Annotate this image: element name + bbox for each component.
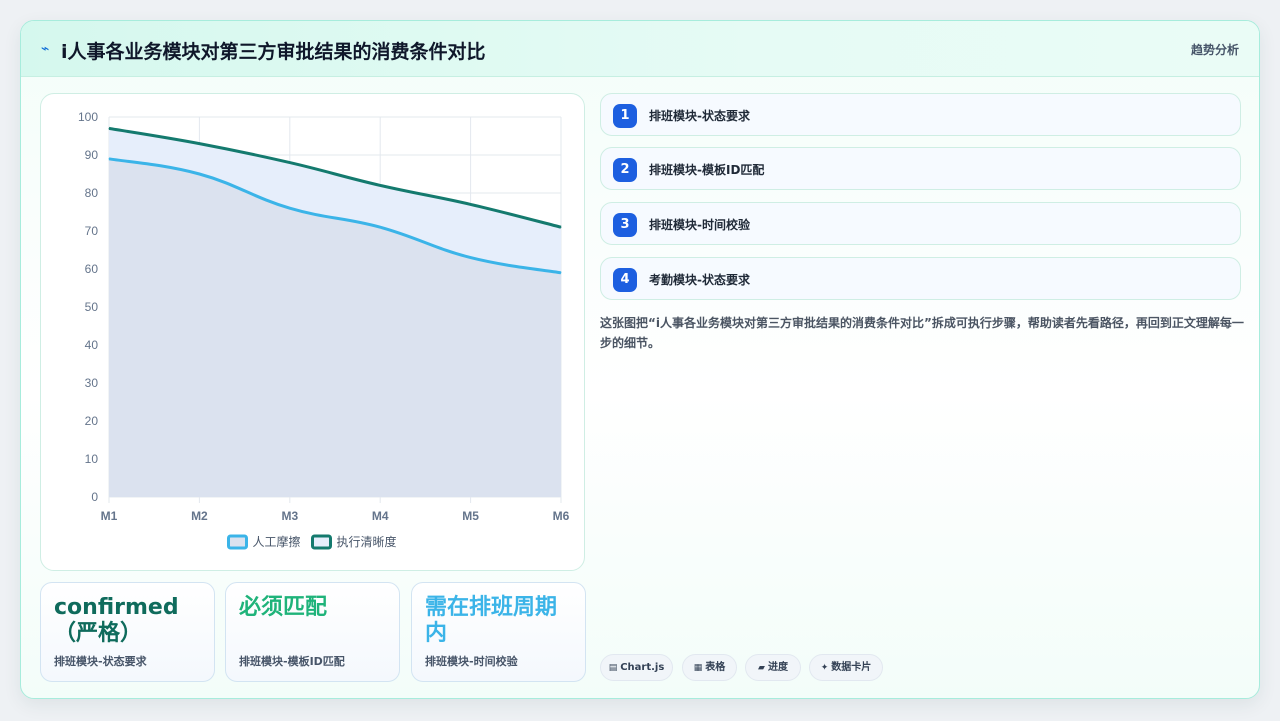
page-title: i人事各业务模块对第三方审批结果的消费条件对比 [61, 41, 486, 63]
tag-chartjs[interactable]: ▤ Chart.js [600, 654, 673, 681]
tag-data-card[interactable]: ✦ 数据卡片 [809, 654, 883, 681]
step-item-3[interactable]: 3 排班模块-时间校验 [600, 202, 1241, 245]
step-number: 4 [613, 268, 637, 292]
step-number: 1 [613, 104, 637, 128]
data-point [198, 143, 200, 145]
data-point [379, 226, 381, 228]
legend-swatch [311, 534, 332, 550]
legend-swatch [227, 534, 248, 550]
x-tick-label: M3 [281, 509, 298, 523]
area-chart: 0 10 20 30 40 50 60 70 80 90 100 M1 M2 M3 M4 M5 M6 人工摩擦 执行… [78, 110, 570, 550]
y-tick-label: 30 [85, 376, 99, 390]
x-tick-label: M4 [372, 509, 389, 523]
stat-label: 排班模块-时间校验 [425, 655, 518, 668]
data-point [289, 207, 291, 209]
x-tick-label: M2 [191, 509, 208, 523]
data-point [379, 184, 381, 186]
y-tick-label: 90 [85, 148, 99, 162]
step-item-2[interactable]: 2 排班模块-模板ID匹配 [600, 147, 1241, 190]
data-point [470, 203, 472, 205]
chart-panel: 0 10 20 30 40 50 60 70 80 90 100 M1 M2 M3 M4 M5 M6 人工摩擦 执行… [40, 93, 585, 571]
step-item-4[interactable]: 4 考勤模块-状态要求 [600, 257, 1241, 300]
x-tick-label: M1 [101, 509, 118, 523]
table-icon: ▦ [693, 663, 703, 673]
y-tick-label: 60 [85, 262, 99, 276]
stat-value: confirmed（严格） [54, 595, 179, 646]
stat-card-2: 必须匹配 排班模块-模板ID匹配 [225, 582, 400, 682]
header: ⌁ i人事各业务模块对第三方审批结果的消费条件对比 趋势分析 [21, 21, 1259, 77]
y-tick-label: 50 [85, 300, 99, 314]
y-tick-label: 20 [85, 414, 99, 428]
legend-label: 人工摩擦 [253, 534, 301, 549]
bolt-icon: ⌁ [41, 41, 50, 57]
main-card: ⌁ i人事各业务模块对第三方审批结果的消费条件对比 趋势分析 0 10 20 30 40… [20, 20, 1260, 699]
legend-label: 执行清晰度 [337, 534, 397, 549]
y-tick-label: 70 [85, 224, 99, 238]
x-tick-label: M6 [553, 509, 570, 523]
trend-analysis-label[interactable]: 趋势分析 [1191, 41, 1239, 58]
tag-table[interactable]: ▦ 表格 [682, 654, 737, 681]
description-text: 这张图把“i人事各业务模块对第三方审批结果的消费条件对比”拆成可执行步骤，帮助读… [600, 316, 1244, 350]
card-icon: ✦ [820, 663, 829, 673]
step-label: 排班模块-状态要求 [649, 109, 750, 123]
step-number: 2 [613, 158, 637, 182]
step-number: 3 [613, 213, 637, 237]
stat-label: 排班模块-模板ID匹配 [239, 655, 345, 668]
y-tick-label: 10 [85, 452, 99, 466]
y-tick-label: 80 [85, 186, 99, 200]
step-label: 考勤模块-状态要求 [649, 273, 750, 287]
data-point [108, 158, 110, 160]
data-point [289, 162, 291, 164]
stat-label: 排班模块-状态要求 [54, 655, 147, 668]
data-point [560, 226, 562, 228]
step-item-1[interactable]: 1 排班模块-状态要求 [600, 93, 1241, 136]
stat-value: 需在排班周期内 [425, 595, 558, 646]
y-tick-label: 100 [78, 110, 98, 124]
progress-icon: ▰ [758, 663, 765, 673]
step-label: 排班模块-时间校验 [649, 218, 750, 232]
data-point [108, 127, 110, 129]
data-point [470, 257, 472, 259]
data-point [198, 173, 200, 175]
y-tick-label: 40 [85, 338, 99, 352]
step-label: 排班模块-模板ID匹配 [649, 163, 765, 177]
stat-card-1: confirmed（严格） 排班模块-状态要求 [40, 582, 215, 682]
chart-icon: ▤ [608, 663, 618, 673]
stat-card-3: 需在排班周期内 排班模块-时间校验 [411, 582, 586, 682]
tag-progress[interactable]: ▰ 进度 [745, 654, 801, 681]
data-point [560, 272, 562, 274]
stat-value: 必须匹配 [239, 595, 328, 620]
x-tick-label: M5 [462, 509, 479, 523]
y-tick-label: 0 [91, 490, 98, 504]
